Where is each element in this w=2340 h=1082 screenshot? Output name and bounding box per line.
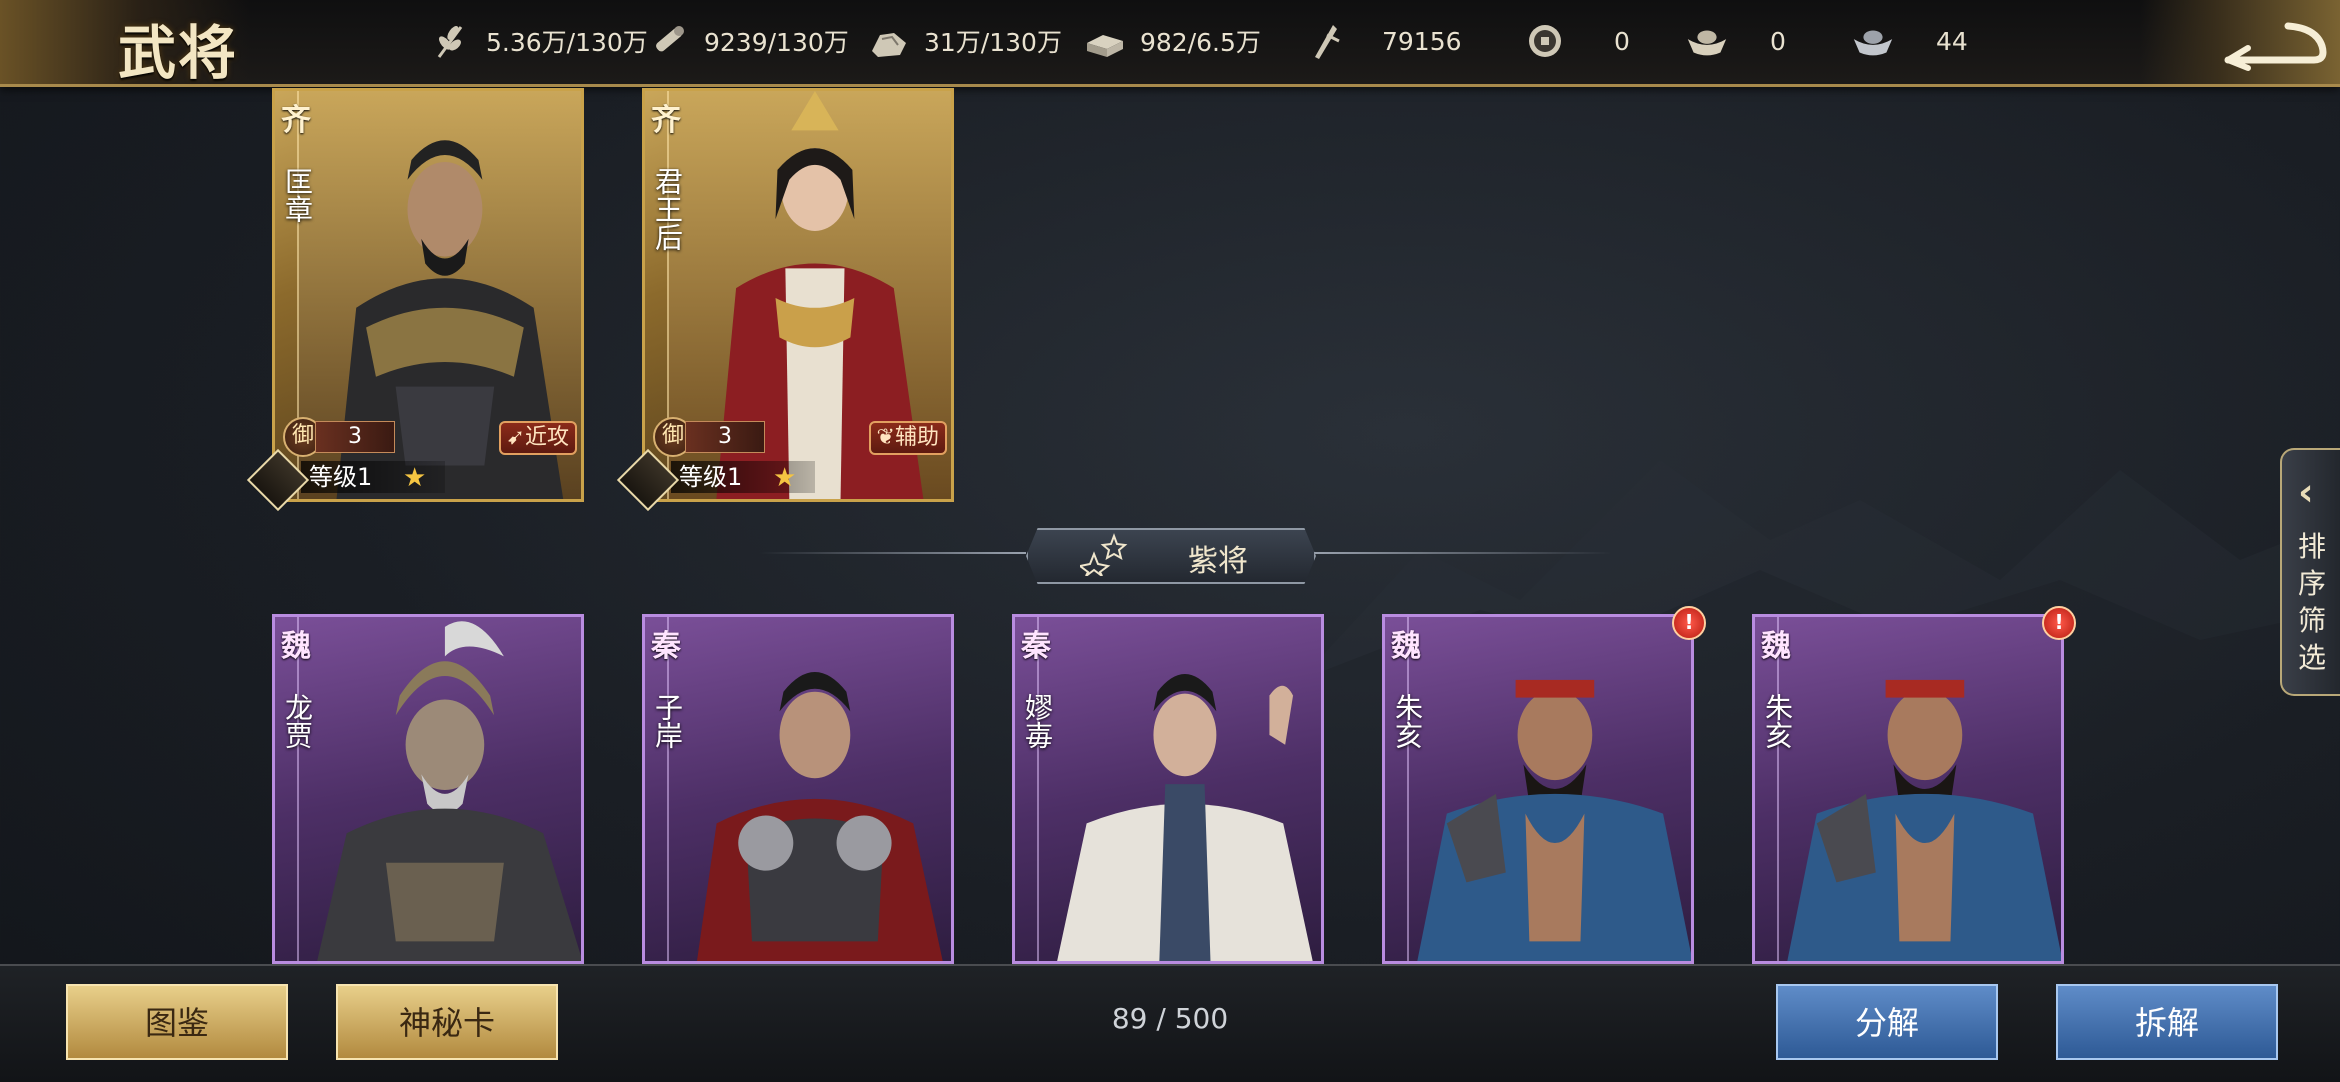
hero-count: 89 / 500 (1111, 1002, 1229, 1035)
iron-icon (1082, 18, 1128, 64)
resource-coin-value: 0 (1614, 26, 1630, 56)
star-icon: ★ (403, 463, 427, 493)
role-tag: ❦辅助 (868, 421, 947, 455)
section-divider-right (1312, 552, 1612, 554)
hero-card-zhu-hai[interactable]: 魏 朱亥 (1382, 614, 1694, 964)
hero-card-kuang-zhang[interactable]: 齐 匡章 御 3 ➹近攻 等级1 ★ (272, 88, 584, 502)
alert-badge-icon: ! (1672, 606, 1706, 640)
kingdom-label: 魏 (1391, 629, 1421, 664)
level-row: 等级1 ★ (275, 457, 581, 497)
top-bar: 武将 5.36万/130万 9239/130万 31万/130万 982/6.5… (0, 0, 2340, 87)
resource-silver-ingot-value: 44 (1936, 26, 1968, 56)
stat-row: 御 3 ❦辅助 (653, 417, 949, 457)
kingdom-label: 魏 (1761, 629, 1791, 664)
level-row: 等级1 ★ (645, 457, 951, 497)
resource-silver-ingot[interactable]: 44 (1850, 18, 1968, 64)
dismantle-button[interactable]: 拆解 (2056, 984, 2278, 1060)
hero-name: 朱亥 (1391, 693, 1424, 749)
star-icon: ★ (773, 463, 797, 493)
resource-wood-value: 9239/130万 (704, 28, 849, 57)
kingdom-label: 齐 (281, 103, 311, 138)
back-arrow-icon (2224, 22, 2327, 71)
card-frame (1037, 617, 1321, 961)
hero-name: 匡章 (281, 167, 314, 223)
stone-icon (866, 18, 912, 64)
resource-coin[interactable]: 0 (1522, 18, 1630, 64)
hero-name: 嫪毐 (1021, 693, 1054, 749)
hero-card-long-jia[interactable]: 魏 龙贾 (272, 614, 584, 964)
section-divider-left (760, 552, 1026, 554)
defense-value: 3 (685, 421, 765, 453)
resource-gold-ingot-value: 0 (1770, 26, 1786, 56)
resource-gold-ingot[interactable]: 0 (1684, 18, 1786, 64)
resource-stone[interactable]: 31万/130万 (866, 18, 1062, 64)
card-frame (1407, 617, 1691, 961)
gold-ingot-icon (1684, 18, 1730, 64)
codex-button[interactable]: 图鉴 (66, 984, 288, 1060)
back-button[interactable] (2140, 0, 2340, 84)
resource-wood[interactable]: 9239/130万 (646, 18, 849, 64)
kingdom-label: 齐 (651, 103, 681, 138)
coin-icon (1522, 18, 1568, 64)
resource-grain[interactable]: 5.36万/130万 (428, 18, 648, 64)
kingdom-label: 秦 (651, 629, 681, 664)
silver-ingot-icon (1850, 18, 1896, 64)
section-title: 紫将 (1188, 544, 1248, 579)
mystery-card-button[interactable]: 神秘卡 (336, 984, 558, 1060)
resource-grain-value: 5.36万/130万 (486, 28, 648, 57)
resource-stone-value: 31万/130万 (924, 28, 1062, 57)
hero-name: 龙贾 (281, 693, 314, 749)
resource-order[interactable]: 79156 (1302, 18, 1462, 64)
sword-icon: ➹ (506, 425, 525, 450)
leaf-icon: ❦ (876, 425, 895, 450)
hero-card-zhu-hai-2[interactable]: 魏 朱亥 (1752, 614, 2064, 964)
resource-iron[interactable]: 982/6.5万 (1082, 18, 1261, 64)
grain-icon (428, 18, 474, 64)
hero-name: 朱亥 (1761, 693, 1794, 749)
stat-row: 御 3 ➹近攻 (283, 417, 579, 457)
hero-name: 君王后 (651, 167, 684, 251)
section-plate (1026, 528, 1316, 584)
card-frame (667, 617, 951, 961)
hero-card-lao-ai[interactable]: 秦 嫪毐 (1012, 614, 1324, 964)
resource-iron-value: 982/6.5万 (1140, 28, 1261, 57)
hero-name: 子岸 (651, 693, 684, 749)
kingdom-label: 秦 (1021, 629, 1051, 664)
role-tag: ➹近攻 (498, 421, 577, 455)
sort-filter-label: 排序筛选 (2297, 530, 2326, 674)
chevron-left-icon[interactable]: ‹ (2298, 470, 2314, 514)
page-title: 武将 (118, 19, 239, 87)
defense-value: 3 (315, 421, 395, 453)
decompose-button[interactable]: 分解 (1776, 984, 1998, 1060)
order-token-icon (1302, 18, 1348, 64)
card-frame (297, 617, 581, 961)
hero-card-jun-wang-hou[interactable]: 齐 君王后 御 3 ❦辅助 等级1 ★ (642, 88, 954, 502)
resource-order-value: 79156 (1382, 26, 1462, 56)
sparkle-stars-icon (1080, 533, 1128, 576)
alert-badge-icon: ! (2042, 606, 2076, 640)
kingdom-label: 魏 (281, 629, 311, 664)
wood-icon (646, 18, 692, 64)
hero-card-zi-an[interactable]: 秦 子岸 (642, 614, 954, 964)
card-frame (1777, 617, 2061, 961)
